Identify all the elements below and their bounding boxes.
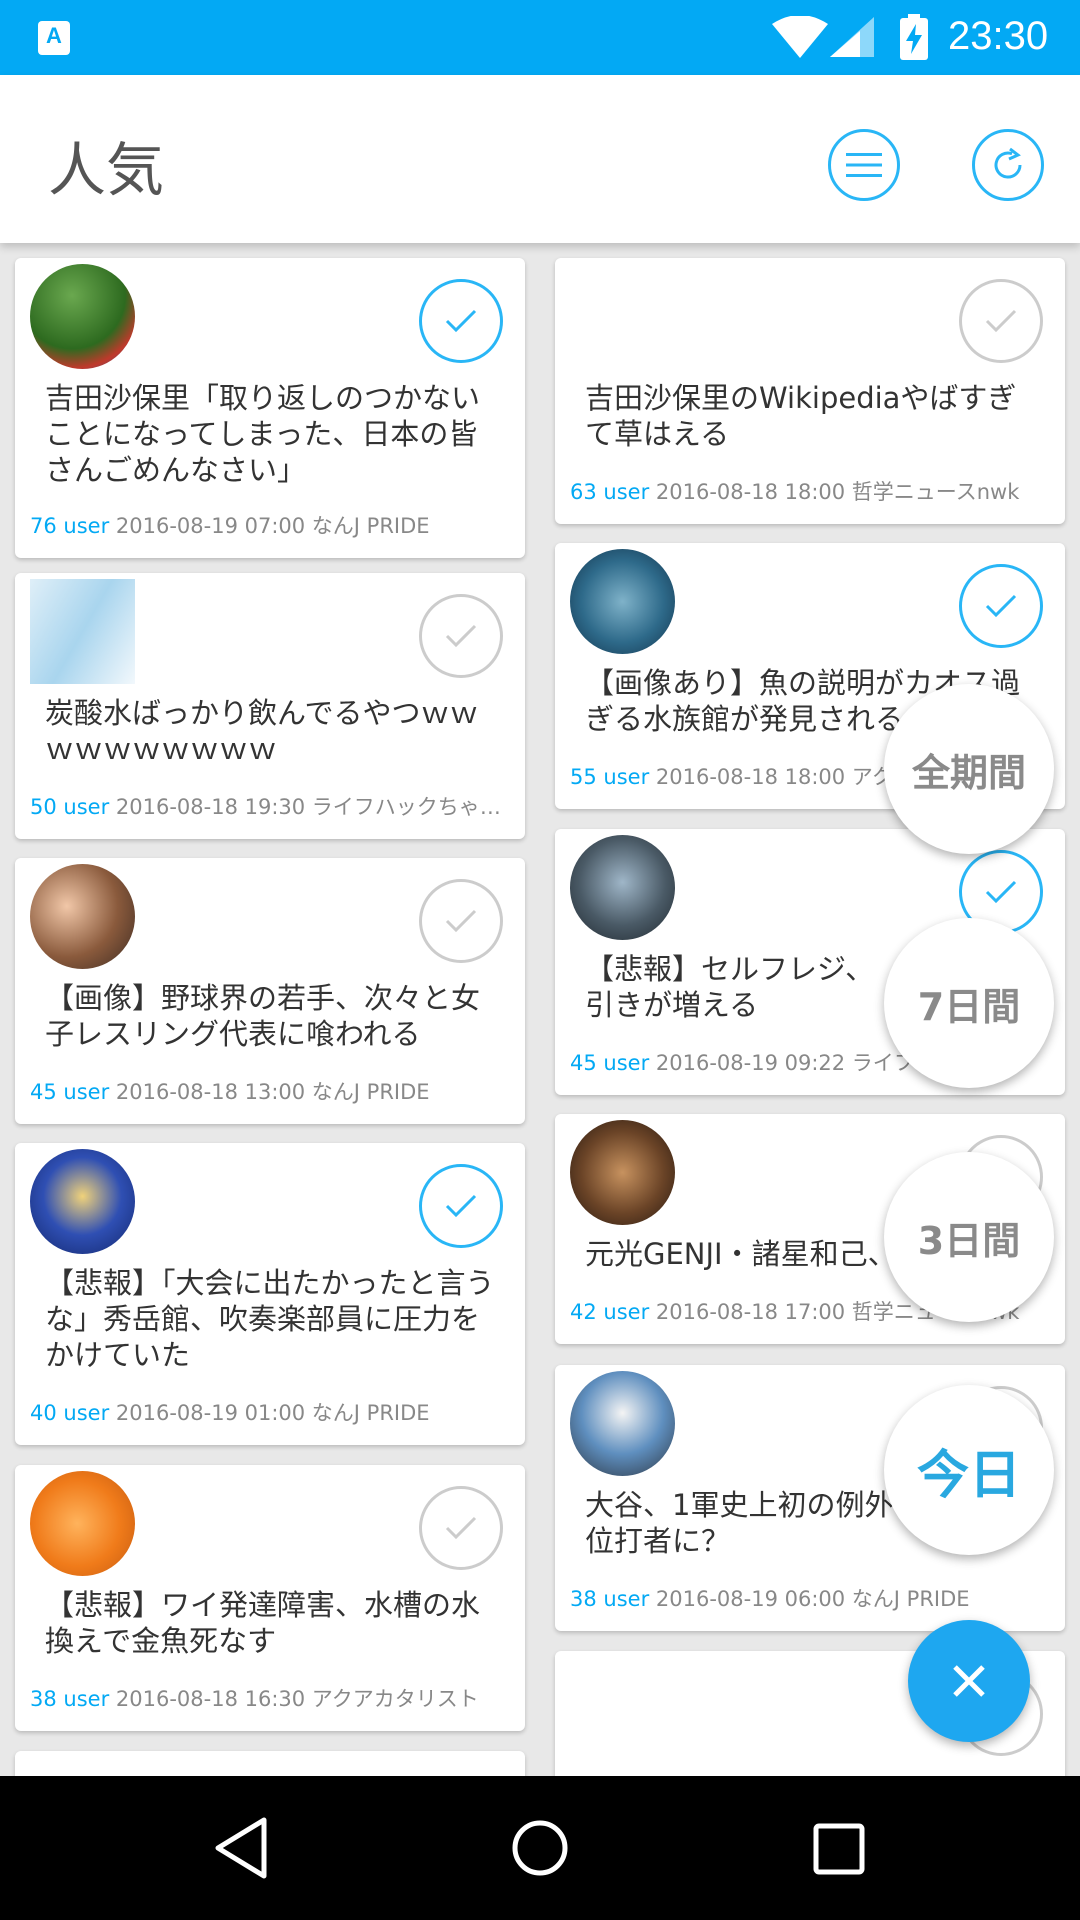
article-card[interactable]: 【画像】野球界の若手、次々と女子レスリング代表に喰われる 45 user 201… [15, 858, 525, 1124]
check-icon [985, 594, 1017, 618]
article-card[interactable]: 吉田沙保里のWikipediaやばすぎて草はえる 63 user 2016-08… [555, 258, 1065, 524]
user-count: 38 user [570, 1587, 650, 1611]
close-filter-button[interactable] [908, 1620, 1030, 1742]
recents-icon[interactable] [812, 1816, 868, 1880]
battery-charging-icon [900, 14, 928, 60]
signal-icon [830, 17, 874, 57]
check-icon [985, 309, 1017, 333]
article-title[interactable]: 吉田沙保里のWikipediaやばすぎて草はえる [585, 380, 1045, 452]
article-title-line: 【悲報】セルフレジ、 [585, 952, 875, 986]
article-title[interactable]: 【悲報】ワイ発達障害、水槽の水換えで金魚死なす [45, 1587, 505, 1659]
article-thumbnail [30, 264, 135, 369]
read-check-button[interactable] [419, 594, 503, 678]
article-meta: 38 user 2016-08-19 06:00 なんJ PRIDE [570, 1583, 1055, 1613]
read-check-button[interactable] [419, 879, 503, 963]
article-info: 2016-08-18 19:30 ライフハックちゃんねる弐式 [115, 795, 515, 819]
user-count: 45 user [570, 1051, 650, 1075]
check-icon [445, 624, 477, 648]
check-icon [985, 880, 1017, 904]
read-check-button[interactable] [419, 1486, 503, 1570]
filter-7-days-button[interactable]: 7日間 [884, 918, 1054, 1088]
refresh-icon [994, 147, 1022, 179]
article-thumbnail [30, 864, 135, 969]
article-title[interactable]: 【悲報】「大会に出たかったと言うな」秀岳館、吹奏楽部員に圧力をかけていた [45, 1265, 505, 1373]
user-count: 38 user [30, 1687, 110, 1711]
article-meta: 38 user 2016-08-18 16:30 アクアカタリスト [30, 1683, 515, 1713]
article-meta: 50 user 2016-08-18 19:30 ライフハックちゃんねる弐式 [30, 791, 515, 821]
check-icon [445, 1194, 477, 1218]
user-count: 42 user [570, 1300, 650, 1324]
article-title-line: 引きが増える [585, 988, 759, 1022]
read-check-button[interactable] [419, 1164, 503, 1248]
article-meta: 76 user 2016-08-19 07:00 なんJ PRIDE [30, 510, 515, 540]
article-thumbnail [570, 1120, 675, 1225]
user-count: 63 user [570, 480, 650, 504]
article-card[interactable]: 炭酸水ばっかり飲んでるやつｗｗｗｗｗｗｗｗｗｗ 50 user 2016-08-… [15, 573, 525, 839]
navigation-bar [0, 1776, 1080, 1920]
user-count: 76 user [30, 514, 110, 538]
article-card-partial[interactable] [15, 1751, 525, 1776]
article-title[interactable]: 炭酸水ばっかり飲んでるやつｗｗｗｗｗｗｗｗｗｗ [45, 695, 505, 767]
article-thumbnail [570, 835, 675, 940]
back-icon[interactable] [212, 1816, 272, 1880]
article-title[interactable]: 吉田沙保里「取り返しのつかないことになってしまった、日本の皆さんごめんなさい」 [45, 380, 505, 488]
user-count: 45 user [30, 1080, 110, 1104]
article-thumbnail [570, 1371, 675, 1476]
article-thumbnail [30, 1471, 135, 1576]
article-title-line: 大谷、1軍史上初の例外 [585, 1488, 894, 1522]
status-bar: A 23:30 [0, 0, 1080, 75]
article-info: 2016-08-19 06:00 なんJ PRIDE [655, 1587, 970, 1611]
check-icon [445, 1516, 477, 1540]
article-thumbnail [30, 579, 135, 684]
article-meta: 63 user 2016-08-18 18:00 哲学ニュースnwk [570, 476, 1055, 506]
user-count: 55 user [570, 765, 650, 789]
article-info: 2016-08-19 01:00 なんJ PRIDE [115, 1401, 430, 1425]
clock: 23:30 [948, 14, 1049, 58]
article-info: 2016-08-18 16:30 アクアカタリスト [115, 1687, 479, 1711]
article-info: 2016-08-19 07:00 なんJ PRIDE [115, 514, 430, 538]
check-icon [445, 309, 477, 333]
article-thumbnail [30, 1149, 135, 1254]
close-icon [953, 1665, 985, 1697]
app-notification-icon: A [38, 21, 70, 55]
refresh-button[interactable] [972, 129, 1044, 201]
app-bar: 人気 [0, 75, 1080, 243]
wifi-icon [772, 16, 828, 58]
article-info: 2016-08-18 18:00 アク [655, 765, 893, 789]
article-title-line: 位打者に？ [585, 1524, 731, 1558]
check-icon [445, 909, 477, 933]
menu-button[interactable] [828, 129, 900, 201]
article-info: 2016-08-18 18:00 哲学ニュースnwk [655, 480, 1020, 504]
article-meta: 40 user 2016-08-19 01:00 なんJ PRIDE [30, 1397, 515, 1427]
article-meta: 45 user 2016-08-18 13:00 なんJ PRIDE [30, 1076, 515, 1106]
article-card[interactable]: 吉田沙保里「取り返しのつかないことになってしまった、日本の皆さんごめんなさい」 … [15, 258, 525, 558]
home-icon[interactable] [510, 1816, 570, 1880]
article-info: 2016-08-18 13:00 なんJ PRIDE [115, 1080, 430, 1104]
read-check-button[interactable] [959, 564, 1043, 648]
article-thumbnail [570, 549, 675, 654]
user-count: 40 user [30, 1401, 110, 1425]
filter-today-button[interactable]: 今日 [884, 1385, 1054, 1555]
article-title[interactable]: 【画像】野球界の若手、次々と女子レスリング代表に喰われる [45, 980, 505, 1052]
page-title: 人気 [48, 136, 165, 204]
user-count: 50 user [30, 795, 110, 819]
read-check-button[interactable] [959, 279, 1043, 363]
menu-icon [846, 153, 882, 177]
filter-all-time-button[interactable]: 全期間 [884, 684, 1054, 854]
article-card[interactable]: 【悲報】ワイ発達障害、水槽の水換えで金魚死なす 38 user 2016-08-… [15, 1465, 525, 1731]
filter-3-days-button[interactable]: 3日間 [884, 1152, 1054, 1322]
article-info: 2016-08-19 09:22 ライフ [655, 1051, 915, 1075]
article-card[interactable]: 【悲報】「大会に出たかったと言うな」秀岳館、吹奏楽部員に圧力をかけていた 40 … [15, 1143, 525, 1445]
read-check-button[interactable] [419, 279, 503, 363]
